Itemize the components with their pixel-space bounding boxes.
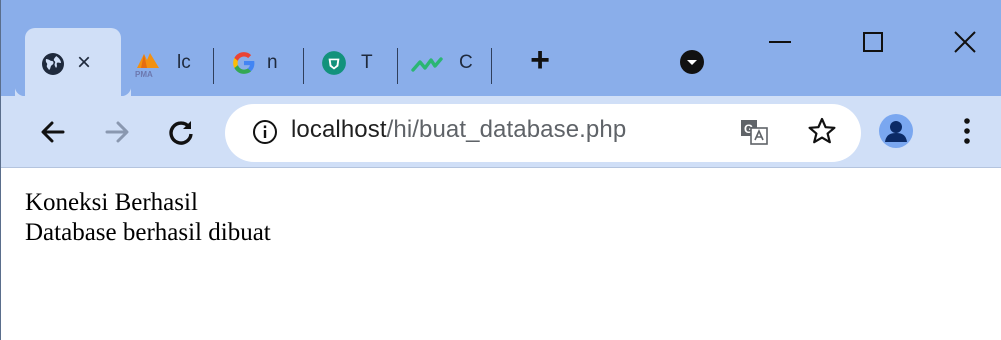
reload-icon	[169, 121, 193, 145]
minimize-icon	[769, 41, 791, 43]
shield-logo-icon	[322, 51, 346, 75]
globe-icon	[42, 53, 64, 75]
translate-icon[interactable]: G	[739, 118, 769, 146]
database-status-text: Database berhasil dibuat	[25, 219, 271, 246]
pma-logo-icon: PMA	[135, 53, 159, 78]
tab-search-icon[interactable]	[679, 49, 705, 75]
maximize-icon	[863, 32, 883, 52]
google-logo-icon	[233, 52, 255, 74]
reload-button[interactable]	[161, 112, 201, 152]
star-icon[interactable]	[807, 116, 837, 146]
tab-separator	[303, 48, 304, 84]
svg-text:PMA: PMA	[135, 70, 153, 78]
tab-active[interactable]	[25, 28, 131, 96]
tab-title-5[interactable]: C	[459, 52, 473, 74]
browser-window: × PMA lc n T C + localhost/hi/buat_datab…	[0, 0, 1001, 340]
person-icon	[885, 121, 907, 142]
tab-title-4[interactable]: T	[361, 52, 373, 74]
arrow-left-icon	[41, 121, 65, 143]
new-tab-button[interactable]: +	[523, 43, 557, 78]
tab-title-3[interactable]: n	[267, 52, 278, 74]
page-content: Koneksi Berhasil Database berhasil dibua…	[25, 188, 271, 248]
info-icon[interactable]	[251, 118, 279, 146]
tab-separator	[491, 48, 492, 84]
avatar[interactable]	[879, 114, 913, 148]
connection-status-text: Koneksi Berhasil	[25, 189, 198, 216]
url-path: /hi/buat_database.php	[386, 116, 627, 143]
tab-title-2[interactable]: lc	[177, 52, 191, 74]
forward-button[interactable]	[97, 112, 137, 152]
close-icon	[954, 31, 976, 53]
arrow-right-icon	[105, 121, 129, 143]
minimize-button[interactable]	[751, 22, 811, 62]
back-button[interactable]	[33, 112, 73, 152]
tab-separator	[213, 48, 214, 84]
maximize-button[interactable]	[843, 22, 903, 62]
more-vert-icon[interactable]	[957, 116, 977, 146]
chart-logo-icon	[411, 57, 443, 72]
url-host: localhost	[291, 116, 387, 143]
close-window-button[interactable]	[935, 22, 995, 62]
url-text[interactable]: localhost/hi/buat_database.php	[291, 116, 626, 144]
tab-separator	[397, 48, 398, 84]
tab-close-icon[interactable]: ×	[77, 48, 91, 78]
